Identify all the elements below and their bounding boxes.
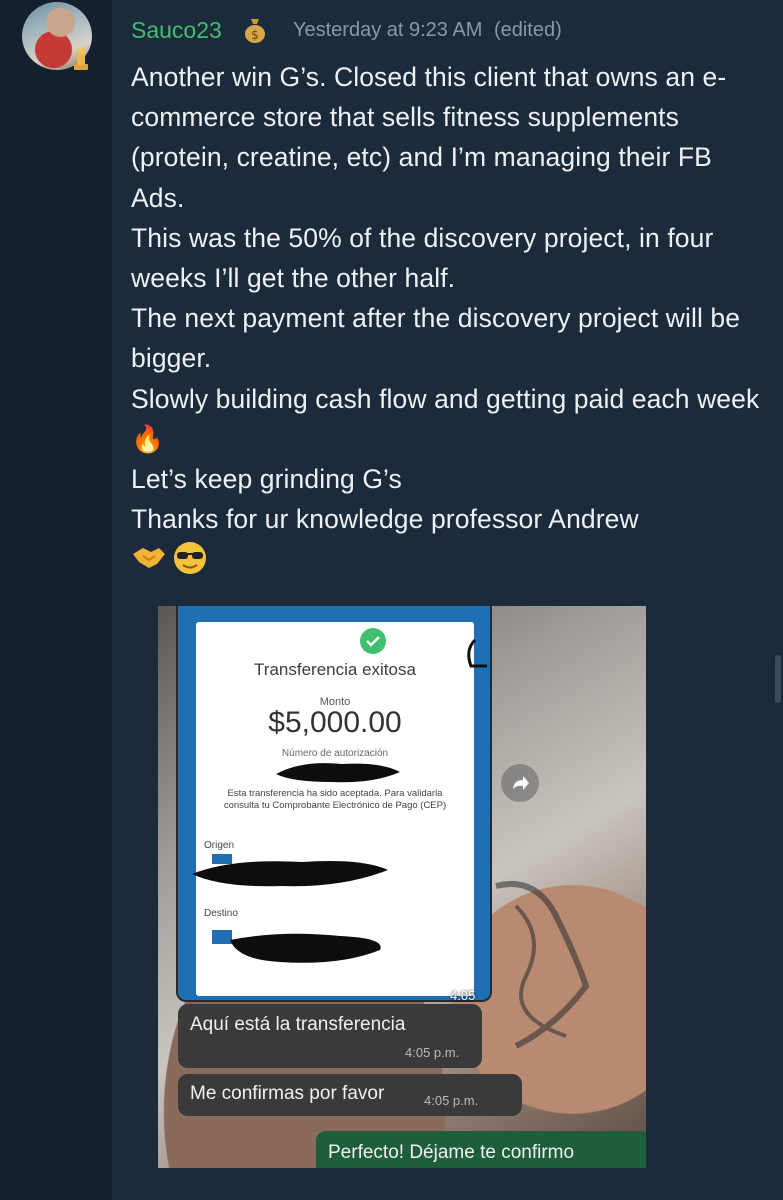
chat-bubble-sent: Perfecto! Déjame te confirmo	[316, 1131, 646, 1168]
pen-mark	[467, 638, 487, 668]
scrollbar-thumb[interactable]	[775, 655, 781, 703]
chat-text: Perfecto! Déjame te confirmo	[328, 1142, 575, 1163]
acceptance-text: Esta transferencia ha sido aceptada. Par…	[223, 788, 447, 811]
rank-badge-icon	[74, 47, 88, 70]
handshake-emoji	[133, 548, 165, 568]
redaction-mark	[212, 930, 381, 963]
share-button[interactable]	[501, 764, 539, 802]
edited-label: (edited)	[493, 19, 562, 41]
receipt-title: Transferencia exitosa	[254, 660, 416, 679]
transfer-amount: $5,000.00	[268, 706, 402, 739]
phone-frame: Transferencia exitosa Monto $5,000.00 Nú…	[178, 606, 490, 1018]
chat-time: 4:05 p.m.	[424, 1093, 479, 1108]
tattoo-pattern	[495, 881, 590, 1049]
chat-time: 4:05 p.m.	[405, 1045, 460, 1060]
chat-text: Aquí está la transferencia	[190, 1014, 406, 1035]
transfer-receipt: Transferencia exitosa Monto $5,000.00 Nú…	[192, 622, 475, 1018]
redaction-mark	[192, 854, 388, 887]
chat-text: Me confirmas por favor	[190, 1083, 385, 1104]
message-timestamp: Yesterday at 9:23 AM (edited)	[293, 19, 562, 42]
share-arrow-icon	[513, 776, 529, 790]
svg-text:$: $	[251, 28, 259, 42]
message-text: Another win G’s. Closed this client that…	[131, 62, 760, 535]
username[interactable]: Sauco23	[131, 17, 222, 44]
check-icon	[360, 628, 386, 654]
redaction-mark	[276, 763, 400, 783]
attached-screenshot[interactable]: Transferencia exitosa Monto $5,000.00 Nú…	[158, 606, 646, 1168]
money-bag-icon: $	[245, 19, 265, 43]
left-gutter	[0, 0, 112, 1200]
destination-label: Destino	[204, 908, 238, 919]
chat-bubble: Aquí está la transferencia 4:05 p.m.	[178, 1004, 482, 1068]
sunglasses-emoji	[174, 542, 206, 574]
timestamp-time: Yesterday at 9:23 AM	[293, 19, 483, 41]
chat-bubble: Me confirmas por favor 4:05 p.m.	[178, 1074, 522, 1116]
